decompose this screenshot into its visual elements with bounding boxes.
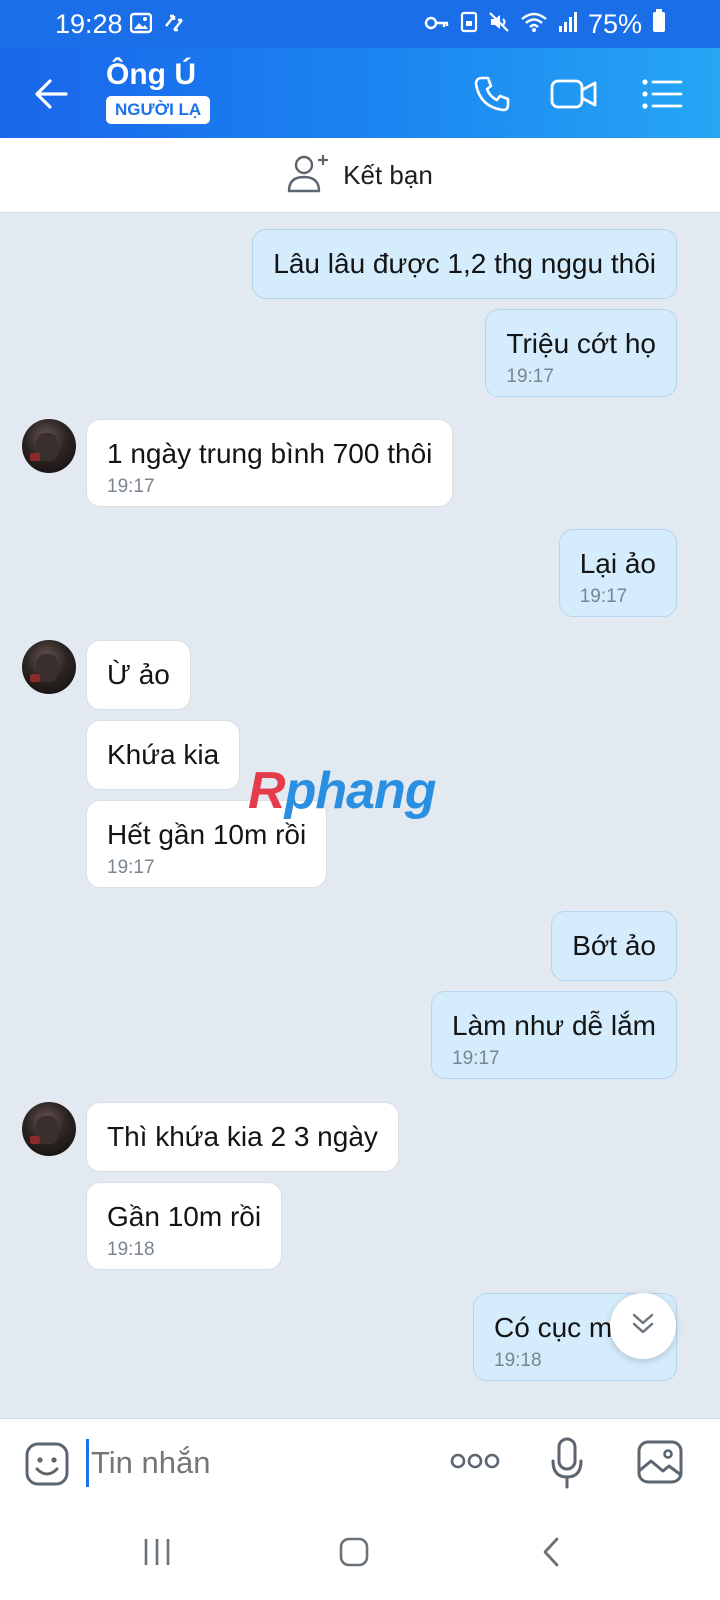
- image-icon[interactable]: [636, 1439, 684, 1490]
- transfer-icon: [162, 12, 186, 39]
- message-outgoing[interactable]: Lâu lâu được 1,2 thg nggu thôi: [252, 229, 677, 299]
- message-time: 19:17: [107, 857, 155, 878]
- message-incoming[interactable]: Thì khứa kia 2 3 ngày: [86, 1102, 399, 1172]
- signal-icon: [558, 9, 578, 40]
- message-text: Lâu lâu được 1,2 thg nggu thôi: [273, 248, 656, 279]
- avatar[interactable]: [22, 419, 76, 473]
- sticker-icon[interactable]: [24, 1441, 70, 1492]
- add-friend-bar[interactable]: Kết bạn: [0, 138, 720, 213]
- message-outgoing[interactable]: Làm như dễ lắm 19:17: [431, 991, 677, 1079]
- double-chevron-down-icon: [629, 1310, 657, 1343]
- more-dots-icon[interactable]: [450, 1449, 500, 1478]
- message-text: Làm như dễ lắm: [452, 1010, 656, 1041]
- status-time: 19:28: [55, 9, 123, 39]
- contact-name[interactable]: Ông Ú: [106, 58, 196, 92]
- add-friend-icon: [287, 153, 331, 198]
- home-icon[interactable]: [338, 1536, 370, 1573]
- message-outgoing[interactable]: Triệu cớt họ 19:17: [485, 309, 677, 397]
- message-list[interactable]: Lâu lâu được 1,2 thg nggu thôi Triệu cớt…: [0, 213, 720, 1418]
- battery-icon: [652, 9, 666, 40]
- message-time: 19:17: [107, 476, 155, 497]
- back-icon[interactable]: [540, 1536, 562, 1573]
- gallery-icon: [129, 12, 153, 39]
- message-incoming[interactable]: Khứa kia: [86, 720, 241, 790]
- message-outgoing[interactable]: Bớt ảo: [551, 911, 677, 981]
- message-text: Triệu cớt họ: [506, 328, 656, 359]
- add-friend-label: Kết bạn: [343, 159, 433, 190]
- system-nav-bar: [0, 1508, 720, 1600]
- status-bar: 19:28 75%: [0, 0, 720, 48]
- message-incoming[interactable]: Gần 10m rồi 19:18: [86, 1182, 283, 1270]
- message-text: Hết gần 10m rồi: [107, 819, 307, 850]
- key-icon: [424, 9, 450, 40]
- back-arrow-icon[interactable]: [30, 72, 74, 116]
- chat-header: Ông Ú NGƯỜI LẠ: [0, 48, 720, 138]
- recent-apps-icon[interactable]: [142, 1536, 172, 1573]
- mute-icon: [488, 9, 510, 40]
- wifi-icon: [520, 9, 548, 40]
- message-text: Gần 10m rồi: [107, 1201, 262, 1232]
- battery-percent: 75%: [587, 9, 642, 39]
- message-text: Ừ ảo: [107, 659, 170, 690]
- message-text: Thì khứa kia 2 3 ngày: [107, 1121, 378, 1152]
- menu-list-icon[interactable]: [636, 68, 688, 120]
- lock-file-icon: [460, 9, 478, 40]
- message-input[interactable]: [86, 1439, 416, 1487]
- avatar[interactable]: [22, 640, 76, 694]
- message-time: 19:17: [506, 366, 554, 387]
- message-time: 19:17: [452, 1048, 500, 1069]
- message-text: Lại ảo: [579, 548, 656, 579]
- phone-icon[interactable]: [466, 68, 518, 120]
- message-time: 19:18: [107, 1239, 155, 1260]
- message-input-bar: [0, 1418, 720, 1508]
- stranger-badge: NGƯỜI LẠ: [106, 96, 211, 124]
- microphone-icon[interactable]: [550, 1437, 584, 1494]
- message-text: Khứa kia: [107, 739, 220, 770]
- message-text: 1 ngày trung bình 700 thôi: [107, 438, 433, 469]
- message-time: 19:17: [579, 586, 628, 607]
- message-text: Bớt ảo: [572, 930, 656, 961]
- avatar[interactable]: [22, 1102, 76, 1156]
- video-call-icon[interactable]: [548, 68, 600, 120]
- scroll-to-bottom-button[interactable]: [610, 1293, 676, 1359]
- message-outgoing[interactable]: Lại ảo 19:17: [558, 529, 677, 617]
- message-incoming[interactable]: Ừ ảo: [86, 640, 191, 710]
- message-incoming[interactable]: 1 ngày trung bình 700 thôi 19:17: [86, 419, 454, 507]
- watermark-logo: Rphang: [248, 762, 437, 820]
